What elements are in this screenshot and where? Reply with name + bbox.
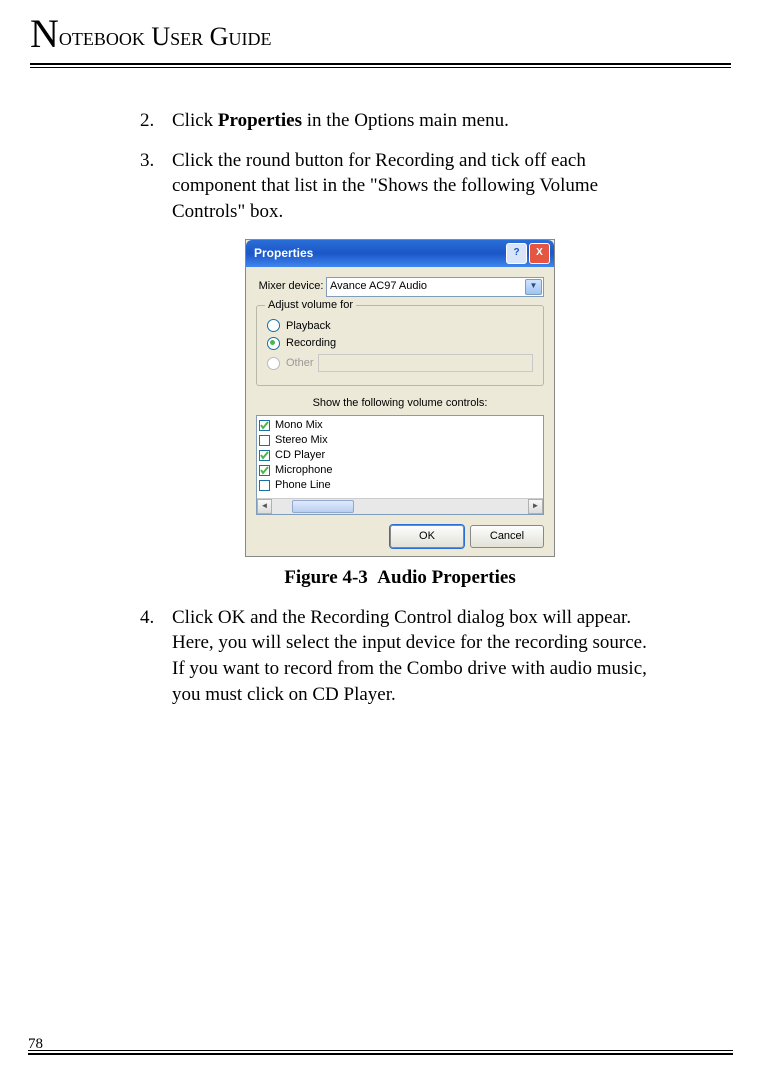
radio-playback[interactable]: Playback — [267, 319, 533, 334]
cancel-button[interactable]: Cancel — [470, 525, 544, 548]
radio-icon — [267, 319, 280, 332]
radio-icon — [267, 357, 280, 370]
radio-icon — [267, 337, 280, 350]
body-content: 2. Click Properties in the Options main … — [30, 68, 660, 707]
close-icon: X — [536, 246, 543, 260]
scroll-track[interactable] — [272, 499, 528, 514]
mixer-device-select[interactable]: Avance AC97 Audio ▼ — [326, 277, 544, 297]
close-button[interactable]: X — [529, 243, 550, 264]
figure-properties-dialog: Properties ? X Mixer device: Avance AC97… — [140, 239, 660, 558]
header-rule — [30, 63, 731, 65]
help-button[interactable]: ? — [506, 243, 527, 264]
scroll-thumb[interactable] — [292, 500, 354, 513]
checkbox-icon — [259, 450, 270, 461]
list-item[interactable]: Microphone — [259, 463, 541, 478]
mixer-device-label: Mixer device: — [256, 279, 326, 294]
volume-controls-label: Show the following volume controls: — [256, 396, 544, 411]
chevron-down-icon: ▼ — [525, 279, 542, 295]
figure-caption: Figure 4-3 Audio Properties — [140, 565, 660, 591]
dialog-titlebar[interactable]: Properties ? X — [246, 240, 554, 267]
radio-other: Other — [267, 354, 533, 372]
other-input — [318, 354, 533, 372]
step-3: 3. Click the round button for Recording … — [140, 148, 660, 225]
group-legend: Adjust volume for — [265, 298, 356, 313]
checkbox-icon — [259, 480, 270, 491]
ok-button[interactable]: OK — [390, 525, 464, 548]
list-item[interactable]: Stereo Mix — [259, 433, 541, 448]
help-icon: ? — [513, 246, 519, 260]
scroll-right-button[interactable]: ► — [528, 499, 543, 514]
mixer-device-value: Avance AC97 Audio — [330, 279, 427, 294]
step-4: 4. Click OK and the Recording Control di… — [140, 605, 660, 708]
volume-controls-listbox[interactable]: Mono Mix Stereo Mix CD Player Micro — [256, 415, 544, 515]
list-item[interactable]: Mono Mix — [259, 418, 541, 433]
scroll-left-button[interactable]: ◄ — [257, 499, 272, 514]
properties-dialog: Properties ? X Mixer device: Avance AC97… — [245, 239, 555, 558]
step-2: 2. Click Properties in the Options main … — [140, 108, 660, 134]
checkbox-icon — [259, 420, 270, 431]
radio-recording[interactable]: Recording — [267, 336, 533, 351]
adjust-volume-group: Adjust volume for Playback Recording Oth… — [256, 305, 544, 387]
page-header-title: Notebook User Guide — [30, 10, 731, 57]
checkbox-icon — [259, 465, 270, 476]
checkbox-icon — [259, 435, 270, 446]
list-item[interactable]: Phone Line — [259, 478, 541, 493]
list-item[interactable]: CD Player — [259, 448, 541, 463]
page-number: 78 — [28, 1036, 43, 1053]
horizontal-scrollbar[interactable]: ◄ ► — [257, 498, 543, 514]
dialog-title: Properties — [254, 245, 313, 261]
page-footer: 78 — [28, 1050, 733, 1055]
